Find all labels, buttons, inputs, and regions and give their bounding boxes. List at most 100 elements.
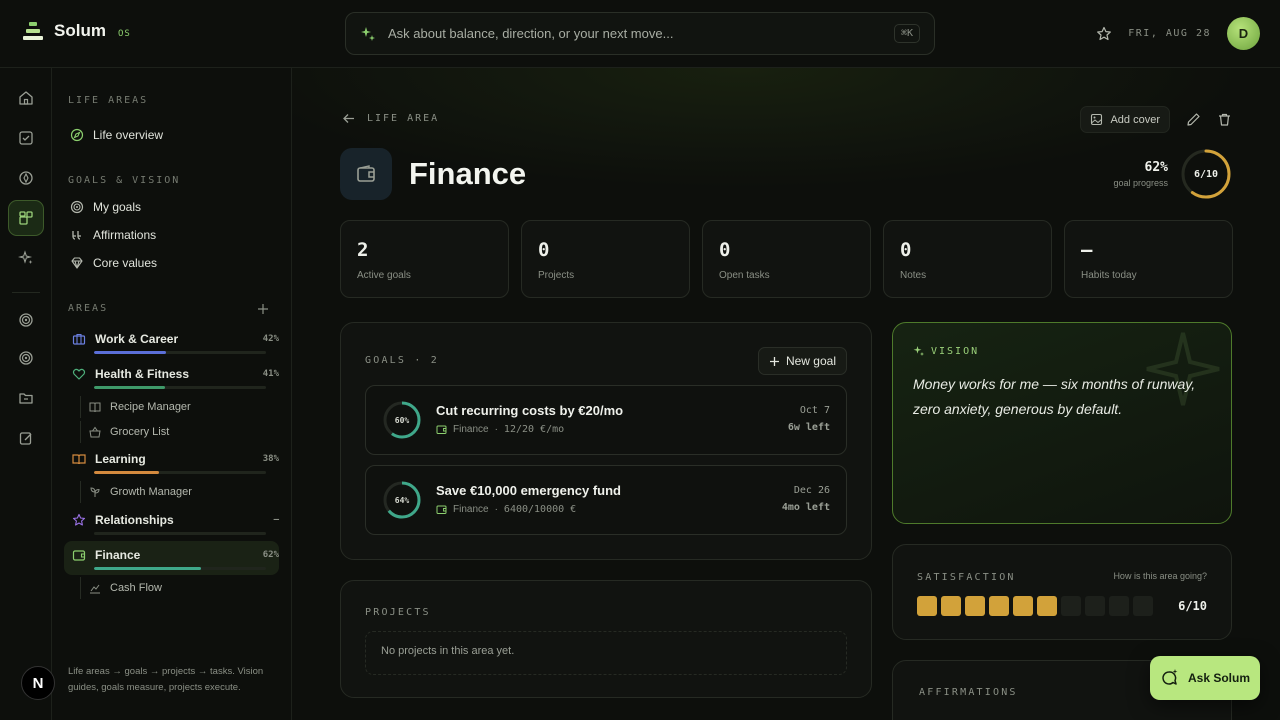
area-relationships[interactable]: Relationships –: [64, 513, 279, 535]
satisfaction-cell[interactable]: [1085, 596, 1105, 616]
sidebar-item-life-overview[interactable]: Life overview: [70, 128, 163, 142]
n-badge-icon[interactable]: N: [21, 666, 55, 700]
area-progress-bar: [94, 532, 266, 535]
goal-progress-label: goal progress: [1113, 178, 1168, 188]
sidebar-item-core-values[interactable]: Core values: [70, 256, 157, 270]
score-value: 6/10: [1193, 168, 1219, 180]
projects-empty-state: No projects in this area yet.: [365, 631, 847, 675]
target-icon: [70, 200, 84, 214]
vision-statement: Money works for me — six months of runwa…: [913, 376, 1196, 417]
area-finance[interactable]: Finance 62%: [64, 548, 279, 570]
journal-icon[interactable]: [8, 420, 44, 456]
goal-percent: 60%: [394, 415, 410, 425]
subitem-cash-flow[interactable]: Cash Flow: [80, 577, 162, 599]
stat-open-tasks[interactable]: 0 Open tasks: [702, 220, 871, 298]
projects-title: PROJECTS: [365, 607, 431, 618]
affirmations-title: AFFIRMATIONS: [919, 687, 1018, 698]
edit-icon[interactable]: [1186, 112, 1201, 127]
star-icon[interactable]: [1096, 26, 1112, 42]
add-cover-button[interactable]: Add cover: [1080, 106, 1170, 133]
breadcrumb[interactable]: LIFE AREA: [342, 112, 439, 125]
page-title: Finance: [409, 156, 527, 191]
subitem-recipe-manager[interactable]: Recipe Manager: [80, 396, 191, 418]
sparkle-icon: [913, 346, 924, 356]
section-title-life-areas: LIFE AREAS: [68, 95, 149, 106]
focus-icon[interactable]: [8, 340, 44, 376]
sidebar-item-label: My goals: [93, 200, 142, 214]
satisfaction-cell[interactable]: [1109, 596, 1129, 616]
satisfaction-cell[interactable]: [1133, 596, 1153, 616]
stat-notes[interactable]: 0 Notes: [883, 220, 1052, 298]
compass-icon[interactable]: [8, 160, 44, 196]
app-name: Solum: [54, 21, 106, 40]
sidebar-item-label: Life overview: [93, 128, 164, 142]
open-book-icon: [72, 454, 86, 465]
life-areas-icon[interactable]: [8, 200, 44, 236]
goals-card: GOALS · 2 New goal 60% Cut recurring cos…: [340, 322, 872, 560]
rail-divider: [12, 292, 40, 293]
subitem-grocery-list[interactable]: Grocery List: [80, 421, 169, 443]
stat-active-goals[interactable]: 2 Active goals: [340, 220, 509, 298]
sparkle-icon: [361, 26, 375, 41]
area-progress-fill: [94, 351, 167, 354]
sidebar-item-my-goals[interactable]: My goals: [70, 200, 141, 214]
compass-icon: [70, 128, 84, 142]
area-work-career[interactable]: Work & Career 42%: [64, 332, 279, 354]
target-icon[interactable]: [8, 302, 44, 338]
goal-item[interactable]: 60% Cut recurring costs by €20/mo Financ…: [365, 385, 847, 455]
sparkle-nav-icon[interactable]: [8, 240, 44, 276]
wallet-icon: [436, 505, 447, 514]
stat-label: Habits today: [1081, 270, 1137, 281]
goal-time-left: 6w left: [787, 422, 830, 433]
satisfaction-cell[interactable]: [989, 596, 1009, 616]
area-label: Work & Career: [95, 332, 179, 346]
sidebar-item-affirmations[interactable]: Affirmations: [70, 228, 156, 242]
wallet-icon: [340, 148, 392, 200]
area-percent: –: [273, 515, 279, 525]
vision-title: VISION: [931, 345, 980, 357]
app-suffix: OS: [117, 29, 131, 39]
breadcrumb-label: LIFE AREA: [367, 113, 440, 124]
goal-percent: 64%: [394, 495, 410, 505]
satisfaction-title: SATISFACTION: [917, 572, 1016, 583]
folder-icon[interactable]: [8, 380, 44, 416]
home-icon[interactable]: [8, 80, 44, 116]
goal-progress-percent: 62%: [1144, 160, 1168, 175]
image-icon: [1091, 113, 1103, 126]
goal-name: Cut recurring costs by €20/mo: [436, 403, 624, 418]
goal-item[interactable]: 64% Save €10,000 emergency fund Finance …: [365, 465, 847, 535]
satisfaction-cell[interactable]: [941, 596, 961, 616]
brand[interactable]: Solum OS: [22, 20, 131, 42]
tasks-icon[interactable]: [8, 120, 44, 156]
search-bar[interactable]: Ask about balance, direction, or your ne…: [345, 12, 935, 55]
score-ring: 6/10: [1180, 148, 1232, 200]
stat-habits-today[interactable]: – Habits today: [1064, 220, 1233, 298]
stat-value: 2: [357, 239, 369, 261]
area-learning[interactable]: Learning 38%: [64, 452, 279, 474]
avatar[interactable]: D: [1227, 17, 1260, 50]
vision-card[interactable]: VISION Money works for me — six months o…: [892, 322, 1232, 524]
subitem-growth-manager[interactable]: Growth Manager: [80, 481, 192, 503]
new-goal-button[interactable]: New goal: [757, 347, 847, 375]
satisfaction-cell[interactable]: [1061, 596, 1081, 616]
satisfaction-cell[interactable]: [965, 596, 985, 616]
goal-metric: 12/20 €/mo: [503, 424, 565, 435]
stat-projects[interactable]: 0 Projects: [521, 220, 690, 298]
back-arrow-icon[interactable]: [342, 112, 355, 125]
satisfaction-rating[interactable]: [917, 596, 1153, 616]
icon-rail: [0, 68, 52, 720]
trash-icon[interactable]: [1217, 112, 1232, 127]
briefcase-icon: [72, 333, 86, 345]
satisfaction-cell[interactable]: [1037, 596, 1057, 616]
wallet-icon: [436, 425, 447, 434]
ask-solum-button[interactable]: Ask Solum: [1150, 656, 1260, 700]
wallet-icon: [72, 550, 86, 561]
satisfaction-cell[interactable]: [917, 596, 937, 616]
satisfaction-cell[interactable]: [1013, 596, 1033, 616]
search-input[interactable]: Ask about balance, direction, or your ne…: [388, 26, 894, 41]
area-health-fitness[interactable]: Health & Fitness 41%: [64, 367, 279, 389]
area-percent: 62%: [262, 550, 279, 560]
goal-time-left: 4mo left: [781, 502, 830, 513]
add-area-icon[interactable]: [257, 303, 269, 315]
solum-logo-icon: [23, 22, 43, 40]
